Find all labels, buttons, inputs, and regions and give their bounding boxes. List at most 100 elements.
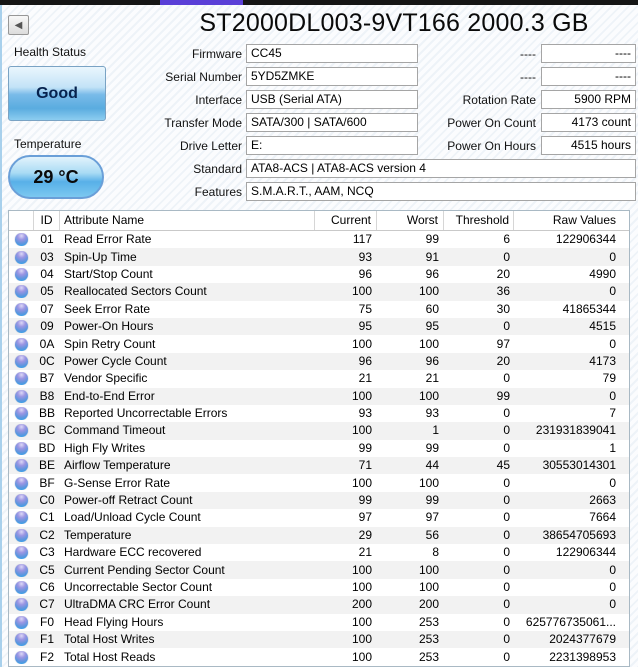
status-ok-icon (15, 476, 28, 490)
table-row[interactable]: C6 Uncorrectable Sector Count 100 100 0 … (9, 579, 629, 596)
status-ok-icon (15, 650, 28, 664)
table-row[interactable]: B7 Vendor Specific 21 21 0 79 (9, 370, 629, 387)
attribute-current: 97 (358, 510, 372, 525)
attribute-name: Power-off Retract Count (64, 493, 193, 508)
column-header-id[interactable]: ID (34, 211, 60, 230)
attribute-raw: 4515 (589, 319, 616, 334)
attribute-threshold: 0 (503, 580, 510, 594)
table-row[interactable]: 07 Seek Error Rate 75 60 30 41865344 (9, 301, 629, 318)
status-cell (9, 633, 34, 647)
attribute-name: Head Flying Hours (64, 614, 164, 629)
table-row[interactable]: 05 Reallocated Sectors Count 100 100 36 … (9, 283, 629, 301)
attribute-id: BB (38, 406, 55, 421)
attribute-raw: 2663 (589, 493, 616, 508)
table-row[interactable]: C2 Temperature 29 56 0 38654705693 (9, 526, 629, 545)
column-header-raw[interactable]: Raw Values (514, 211, 629, 230)
status-cell (9, 424, 34, 438)
attribute-name: Power Cycle Count (64, 353, 167, 368)
table-row[interactable]: F1 Total Host Writes 100 253 0 202437767… (9, 630, 629, 649)
attribute-worst: 253 (418, 649, 439, 664)
table-row[interactable]: BD High Fly Writes 99 99 0 1 (9, 440, 629, 457)
attribute-current: 95 (358, 319, 372, 334)
table-row[interactable]: F0 Head Flying Hours 100 253 0 625776735… (9, 614, 629, 631)
field-value-box: 4515 hours (541, 136, 636, 155)
field-value-box: ---- (541, 67, 636, 86)
attribute-id: C1 (39, 510, 55, 525)
field-label: Interface (195, 93, 242, 107)
table-row[interactable]: C7 UltraDMA CRC Error Count 200 200 0 0 (9, 596, 629, 614)
attribute-current: 99 (358, 493, 372, 508)
table-row[interactable]: 0A Spin Retry Count 100 100 97 0 (9, 335, 629, 352)
attribute-raw: 7664 (589, 510, 616, 525)
table-row[interactable]: BF G-Sense Error Rate 100 100 0 0 (9, 474, 629, 491)
attribute-current: 75 (358, 301, 372, 316)
attribute-current: 117 (352, 232, 372, 247)
attribute-current: 100 (351, 562, 372, 577)
field-label: ---- (520, 70, 536, 84)
table-row[interactable]: BC Command Timeout 100 1 0 231931839041 (9, 422, 629, 440)
attribute-name: Hardware ECC recovered (64, 545, 202, 560)
table-row[interactable]: 03 Spin-Up Time 93 91 0 0 (9, 248, 629, 266)
column-header-threshold[interactable]: Threshold (444, 211, 514, 230)
attribute-name: End-to-End Error (64, 388, 155, 403)
back-button[interactable]: ◀ (8, 15, 29, 35)
attribute-threshold: 20 (496, 266, 510, 281)
table-row[interactable]: C1 Load/Unload Cycle Count 97 97 0 7664 (9, 509, 629, 526)
table-row[interactable]: C3 Hardware ECC recovered 21 8 0 1229063… (9, 544, 629, 561)
attribute-worst: 100 (418, 388, 439, 403)
table-row[interactable]: BB Reported Uncorrectable Errors 93 93 0… (9, 405, 629, 422)
attribute-id: F2 (39, 649, 54, 664)
attribute-raw: 0 (609, 562, 616, 577)
attribute-worst: 56 (425, 527, 439, 542)
table-row[interactable]: C5 Current Pending Sector Count 100 100 … (9, 561, 629, 579)
attribute-current: 21 (358, 545, 372, 560)
attribute-threshold: 45 (496, 458, 510, 473)
attribute-name: Command Timeout (64, 423, 166, 438)
attribute-threshold: 0 (503, 649, 510, 664)
attribute-id: B8 (39, 388, 55, 403)
status-ok-icon (15, 354, 28, 368)
attribute-name: High Fly Writes (64, 440, 146, 455)
attribute-id: 03 (40, 249, 54, 264)
table-row[interactable]: 01 Read Error Rate 117 99 6 122906344 (9, 231, 629, 248)
column-header-current[interactable]: Current (315, 211, 377, 230)
table-row[interactable]: 09 Power-On Hours 95 95 0 4515 (9, 317, 629, 336)
field-value-box: S.M.A.R.T., AAM, NCQ (246, 182, 636, 201)
attribute-name: Read Error Rate (64, 232, 152, 247)
attribute-name: G-Sense Error Rate (64, 475, 171, 490)
smart-attributes-table: ID Attribute Name Current Worst Threshol… (8, 210, 630, 667)
status-cell (9, 372, 34, 386)
attribute-current: 100 (351, 336, 372, 351)
attribute-raw: 0 (609, 580, 616, 594)
attribute-raw: 0 (609, 336, 616, 351)
attribute-id: C3 (39, 545, 55, 560)
status-cell (9, 441, 34, 455)
column-header-status[interactable] (9, 211, 34, 230)
field-label: Features (194, 185, 242, 199)
status-ok-icon (15, 233, 28, 247)
attribute-worst: 95 (425, 319, 439, 334)
attribute-name: Current Pending Sector Count (64, 562, 225, 577)
attribute-current: 99 (358, 440, 372, 455)
attribute-raw: 0 (609, 249, 616, 264)
attribute-current: 29 (358, 527, 372, 542)
status-cell (9, 320, 34, 334)
table-row[interactable]: 0C Power Cycle Count 96 96 20 4173 (9, 352, 629, 371)
attribute-name: Start/Stop Count (64, 266, 153, 281)
status-cell (9, 476, 34, 490)
attribute-id: BF (39, 475, 55, 490)
attribute-worst: 253 (418, 632, 439, 647)
attribute-threshold: 0 (503, 562, 510, 577)
table-row[interactable]: F2 Total Host Reads 100 253 0 2231398953 (9, 648, 629, 665)
table-row[interactable]: BE Airflow Temperature 71 44 45 30553014… (9, 457, 629, 475)
column-header-worst[interactable]: Worst (377, 211, 444, 230)
status-ok-icon (15, 285, 28, 299)
status-ok-icon (15, 528, 28, 542)
table-row[interactable]: B8 End-to-End Error 100 100 99 0 (9, 387, 629, 405)
table-row[interactable]: 04 Start/Stop Count 96 96 20 4990 (9, 266, 629, 283)
status-cell (9, 302, 34, 316)
attribute-worst: 100 (418, 580, 439, 594)
attribute-raw: 30553014301 (542, 458, 616, 473)
column-header-name[interactable]: Attribute Name (60, 211, 315, 230)
table-row[interactable]: C0 Power-off Retract Count 99 99 0 2663 (9, 491, 629, 510)
